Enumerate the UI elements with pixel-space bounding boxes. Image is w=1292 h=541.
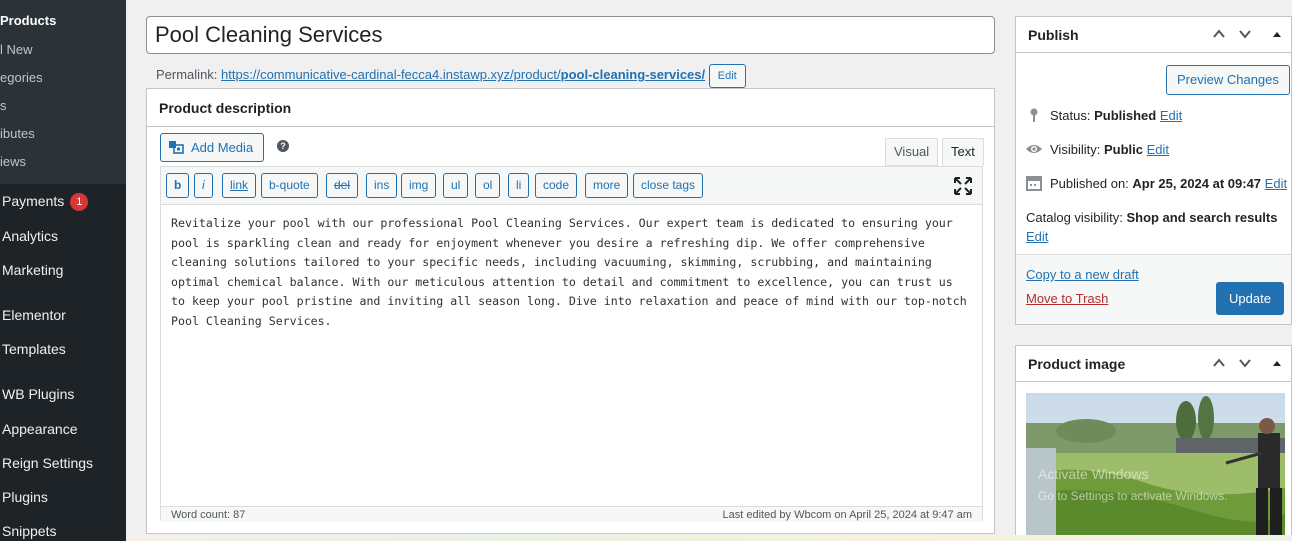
visibility-row: Visibility: Public Edit [1026,141,1169,159]
toggle-panel-icon[interactable] [1270,356,1284,370]
menu-item-elementor[interactable]: Elementor [2,307,66,323]
description-heading: Product description [147,89,994,127]
quicktag-del-button[interactable]: del [326,173,359,198]
published-edit-link[interactable]: Edit [1265,176,1287,191]
visibility-value: Public [1103,142,1143,157]
permalink-link[interactable]: https://communicative-cardinal-fecca4.in… [221,67,705,82]
add-media-label: Add Media [191,140,254,155]
quicktag-bold-button[interactable]: b [166,173,190,198]
copy-to-draft-link[interactable]: Copy to a new draft [1026,267,1139,282]
toggle-panel-icon[interactable] [1270,27,1284,41]
add-media-button[interactable]: Add Media [160,133,265,162]
permalink-base: https://communicative-cardinal-fecca4.in… [221,67,561,82]
quicktag-italic-button[interactable]: i [194,173,213,198]
catalog-value: Shop and search results [1126,210,1278,225]
post-title-input[interactable]: Pool Cleaning Services [146,16,995,54]
publish-box: Publish Preview Changes Status: Publishe… [1015,16,1292,325]
quicktag-code-button[interactable]: code [535,173,578,198]
admin-sidebar: Products l New egories s ibutes iews Pay… [0,0,126,541]
menu-item-snippets[interactable]: Snippets [2,523,56,539]
quicktags-toolbar: b i link b-quote del ins img ul ol li co… [161,167,982,205]
menu-item-reign-settings[interactable]: Reign Settings [2,455,93,471]
products-submenu: Products l New egories s ibutes iews [0,0,126,184]
media-icon [169,141,184,154]
quicktag-link-button[interactable]: link [222,173,257,198]
status-edit-link[interactable]: Edit [1160,108,1182,123]
move-down-icon[interactable] [1238,356,1252,370]
product-image-box: Product image Activate Windows Go to Set… [1015,345,1292,541]
permalink-slug: pool-cleaning-services/ [560,67,706,82]
tab-visual[interactable]: Visual [885,138,939,166]
submenu-item-reviews[interactable]: iews [0,154,26,169]
quicktag-img-button[interactable]: img [401,173,437,198]
calendar-icon [1026,176,1042,191]
status-value: Published [1094,108,1157,123]
move-down-icon[interactable] [1238,27,1252,41]
eye-icon [1026,145,1042,153]
menu-item-payments[interactable]: Payments 1 [2,193,89,211]
description-content-textarea[interactable]: Revitalize your pool with our profession… [161,205,982,502]
fullscreen-icon[interactable] [954,177,972,195]
menu-item-templates[interactable]: Templates [2,341,66,357]
catalog-edit-row: Edit [1026,228,1048,246]
published-on-row: Published on: Apr 25, 2024 at 09:47 Edit [1026,175,1287,193]
move-up-icon[interactable] [1212,27,1226,41]
quicktag-blockquote-button[interactable]: b-quote [261,173,318,198]
submenu-item-attributes[interactable]: ibutes [0,126,35,141]
permalink-edit-button[interactable]: Edit [708,63,746,88]
menu-label: Payments [2,193,65,209]
tab-text[interactable]: Text [942,138,984,166]
visibility-edit-link[interactable]: Edit [1147,142,1169,157]
publish-heading-label: Publish [1028,27,1079,43]
quicktag-ol-button[interactable]: ol [475,173,501,198]
visibility-label: Visibility: [1050,142,1101,157]
update-button[interactable]: Update [1216,282,1284,315]
submenu-item-categories[interactable]: egories [0,70,43,85]
product-image-thumbnail[interactable]: Activate Windows Go to Settings to activ… [1026,393,1285,538]
menu-item-plugins[interactable]: Plugins [2,489,48,505]
product-description-box: Product description Add Media ? Visual T… [146,88,995,534]
pin-icon [1030,108,1038,122]
permalink-label: Permalink: [156,67,218,82]
quicktag-ins-button[interactable]: ins [366,173,398,198]
last-edited-info: Last edited by Wbcom on April 25, 2024 a… [722,509,972,521]
published-value: Apr 25, 2024 at 09:47 [1132,176,1262,191]
permalink-row: Permalink: https://communicative-cardina… [156,62,746,88]
watermark-subtitle: Go to Settings to activate Windows. [1038,489,1228,503]
product-image-heading-label: Product image [1028,356,1126,372]
menu-item-wb-plugins[interactable]: WB Plugins [2,386,74,402]
text-editor: b i link b-quote del ins img ul ol li co… [160,166,983,522]
quicktag-ul-button[interactable]: ul [443,173,469,198]
submenu-item-add-new[interactable]: l New [0,42,33,57]
submenu-item-tags[interactable]: s [0,98,7,113]
quicktag-close-tags-button[interactable]: close tags [633,173,704,198]
help-icon[interactable]: ? [277,140,289,152]
move-up-icon[interactable] [1212,356,1226,370]
major-publishing-actions: Copy to a new draft Move to Trash Update [1016,254,1291,324]
preview-changes-button[interactable]: Preview Changes [1166,65,1290,95]
published-label: Published on: [1050,176,1129,191]
quicktag-li-button[interactable]: li [508,173,530,198]
bottom-edge-strip [126,535,1292,541]
quicktag-more-button[interactable]: more [585,173,629,198]
watermark-title: Activate Windows [1038,466,1149,482]
move-to-trash-link[interactable]: Move to Trash [1026,291,1108,306]
status-row: Status: Published Edit [1026,107,1182,125]
notification-badge: 1 [70,193,89,211]
catalog-label: Catalog visibility: [1026,210,1123,225]
word-count: Word count: 87 [171,509,246,521]
catalog-edit-link[interactable]: Edit [1026,229,1048,244]
submenu-item-products[interactable]: Products [0,13,56,28]
menu-item-appearance[interactable]: Appearance [2,421,78,437]
menu-item-analytics[interactable]: Analytics [2,228,58,244]
menu-item-marketing[interactable]: Marketing [2,262,63,278]
catalog-visibility-row: Catalog visibility: Shop and search resu… [1026,209,1277,227]
status-label: Status: [1050,108,1091,123]
windows-activation-watermark: Activate Windows Go to Settings to activ… [1038,463,1227,507]
editor-status-bar: Word count: 87 Last edited by Wbcom on A… [161,506,982,522]
